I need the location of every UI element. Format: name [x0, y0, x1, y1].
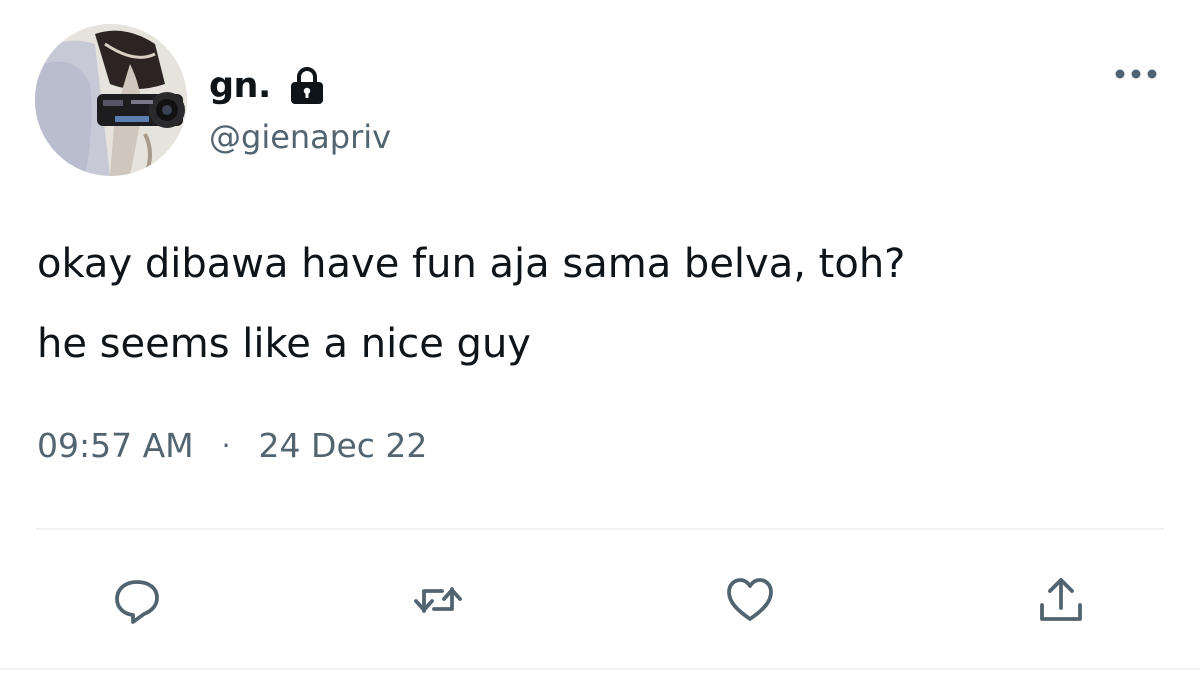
heart-icon	[727, 578, 773, 621]
reply-icon	[115, 580, 159, 624]
tweet-text-line: he seems like a nice guy	[37, 321, 531, 367]
like-button[interactable]	[722, 572, 778, 628]
bottom-divider	[0, 668, 1200, 670]
divider	[36, 528, 1164, 530]
tweet-time[interactable]: 09:57 AM	[37, 426, 194, 465]
retweet-icon	[414, 587, 462, 613]
more-horizontal-icon	[1115, 69, 1157, 79]
share-button[interactable]	[1033, 572, 1089, 628]
tweet-date[interactable]: 24 Dec 22	[259, 426, 428, 465]
more-options-button[interactable]	[1112, 56, 1160, 92]
share-icon	[1040, 578, 1082, 621]
retweet-button[interactable]	[410, 572, 466, 628]
lock-icon	[290, 67, 323, 104]
reply-button[interactable]	[109, 572, 165, 628]
display-name[interactable]: gn.	[209, 66, 271, 106]
avatar[interactable]	[35, 24, 187, 176]
tweet-card: gn. @gienapriv okay dibawa have fun aja …	[0, 0, 1200, 688]
tweet-text-line: okay dibawa have fun aja sama belva, toh…	[37, 241, 906, 287]
username[interactable]: @gienapriv	[209, 118, 391, 156]
tweet-meta: 09:57 AM · 24 Dec 22	[37, 426, 427, 465]
meta-separator: ·	[221, 429, 231, 462]
tweet-text: okay dibawa have fun aja sama belva, toh…	[37, 224, 1167, 384]
display-name-row: gn.	[209, 60, 325, 112]
